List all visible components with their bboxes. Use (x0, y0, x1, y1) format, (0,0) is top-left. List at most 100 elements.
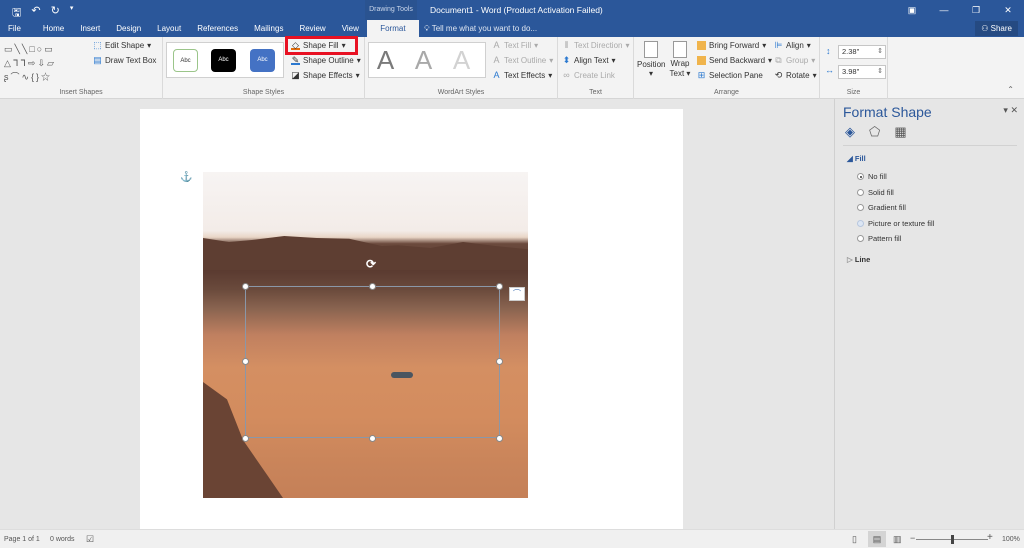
text-box-icon: ▤ (93, 55, 102, 65)
tab-file[interactable]: File (0, 20, 29, 37)
text-outline-button[interactable]: A Text Outline ▾ (492, 56, 553, 66)
group-wordart-styles: A A A A Text Fill ▾ A Text Outline ▾ A Text… (365, 37, 558, 99)
position-button[interactable]: Position ▾ (637, 41, 665, 78)
pane-options-icon[interactable]: ▾ (1003, 105, 1008, 115)
page-count[interactable]: Page 1 of 1 (4, 536, 40, 543)
ribbon: ▭╲╲□○▭ △ᒣᒣ⇨⇩▱ ʂ⌒∿{}☆ ⬚ Edit Shape ▾ ▤ Draw T… (0, 37, 1024, 99)
drawing-tools-label: Drawing Tools (365, 0, 417, 20)
style-preset[interactable]: Abc (173, 49, 198, 72)
close-icon[interactable]: ✕ (992, 0, 1024, 20)
align-text-button[interactable]: ⬍ Align Text ▾ (562, 55, 616, 66)
link-icon: ∞ (563, 70, 570, 80)
shape-effects-icon: ◪ (291, 70, 300, 80)
web-layout-icon[interactable]: ▥ (893, 534, 902, 545)
wordart-preset[interactable]: A (449, 45, 474, 75)
tab-review[interactable]: Review (291, 20, 333, 37)
wordart-preset[interactable]: A (411, 45, 436, 75)
tab-home[interactable]: Home (29, 20, 72, 37)
fill-option-picture-texture[interactable]: Picture or texture fill (857, 219, 934, 228)
resize-handle[interactable] (369, 283, 376, 290)
rotate-button[interactable]: ⟲ Rotate ▾ (774, 71, 817, 81)
collapse-ribbon-icon[interactable]: ⌃ (1007, 85, 1014, 94)
fill-option-gradient[interactable]: Gradient fill (857, 203, 906, 212)
print-layout-icon[interactable]: ▤ (868, 531, 886, 547)
resize-handle[interactable] (496, 283, 503, 290)
tab-design[interactable]: Design (108, 20, 149, 37)
tab-layout[interactable]: Layout (149, 20, 189, 37)
window-title: Document1 - Word (Product Activation Fai… (430, 5, 603, 15)
tab-format[interactable]: Format (366, 20, 419, 37)
fill-option-solid[interactable]: Solid fill (857, 188, 894, 197)
text-fill-icon: A (493, 40, 500, 50)
tab-mailings[interactable]: Mailings (246, 20, 291, 37)
read-mode-icon[interactable]: ▯ (852, 534, 857, 545)
zoom-in-button[interactable]: + (987, 532, 993, 543)
group-button[interactable]: ⧉ Group ▾ (774, 56, 815, 66)
line-section-header[interactable]: ▷ Line (847, 255, 870, 264)
layout-properties-icon[interactable]: ▦ (894, 124, 906, 140)
fill-option-no-fill[interactable]: No fill (857, 172, 887, 181)
zoom-out-button[interactable]: − (910, 533, 915, 543)
shape-styles-gallery[interactable]: Abc Abc Abc (166, 42, 284, 78)
tab-references[interactable]: References (189, 20, 246, 37)
restore-icon[interactable]: ❐ (960, 0, 992, 20)
send-backward-button[interactable]: Send Backward ▾ (697, 56, 772, 65)
draw-text-box-button[interactable]: ▤ Draw Text Box (93, 55, 156, 66)
resize-handle[interactable] (369, 435, 376, 442)
selected-shape[interactable] (245, 286, 500, 438)
tab-view[interactable]: View (334, 20, 367, 37)
bring-forward-button[interactable]: Bring Forward ▾ (697, 41, 766, 50)
fill-section-header[interactable]: ◢ Fill (847, 154, 866, 163)
wrap-text-icon (673, 41, 687, 58)
rotate-handle-icon[interactable]: ⟳ (366, 257, 376, 271)
text-effects-button[interactable]: A Text Effects ▾ (492, 71, 552, 81)
fill-line-icon[interactable]: ◈ (845, 124, 855, 140)
create-link-button[interactable]: ∞ Create Link (562, 70, 615, 81)
zoom-slider-thumb[interactable] (951, 535, 954, 544)
wordart-preset[interactable]: A (373, 45, 398, 75)
resize-handle[interactable] (496, 358, 503, 365)
share-button[interactable]: ⚇ Share (975, 21, 1018, 36)
group-label: Arrange (714, 89, 739, 96)
group-label: Text (589, 89, 602, 96)
pane-close-icon[interactable]: ✕ (1010, 105, 1018, 115)
wordart-gallery[interactable]: A A A (368, 42, 486, 78)
shape-effects-button[interactable]: ◪ Shape Effects ▾ (291, 70, 359, 81)
align-text-icon: ⬍ (562, 55, 571, 65)
pen-icon: ✎ (291, 55, 300, 65)
minimize-icon[interactable]: — (928, 0, 960, 20)
tell-me-search[interactable]: 💡︎ Tell me what you want to do... (424, 20, 537, 37)
edit-shape-icon: ⬚ (93, 40, 102, 50)
person-icon: ⚇ (981, 24, 989, 33)
resize-handle[interactable] (496, 435, 503, 442)
group-size: ↕ 2.38" ↔ 3.98" Size (820, 37, 888, 99)
wrap-text-button[interactable]: Wrap Text ▾ (668, 41, 692, 79)
fill-option-pattern[interactable]: Pattern fill (857, 234, 901, 243)
resize-handle[interactable] (242, 283, 249, 290)
style-preset[interactable]: Abc (250, 49, 275, 72)
group-arrange: Position ▾ Wrap Text ▾ Bring Forward ▾ Sen… (634, 37, 820, 99)
layout-options-icon[interactable]: ⌒ (509, 287, 525, 301)
pane-title: Format Shape (843, 104, 932, 120)
proofing-icon[interactable]: ☑ (86, 534, 94, 545)
tab-insert[interactable]: Insert (72, 20, 108, 37)
shape-height-input[interactable]: 2.38" (838, 45, 886, 59)
send-backward-icon (697, 56, 706, 65)
style-preset[interactable]: Abc (211, 49, 236, 72)
shape-width-input[interactable]: 3.98" (838, 65, 886, 79)
edit-shape-button[interactable]: ⬚ Edit Shape ▾ (93, 40, 151, 51)
resize-handle[interactable] (242, 358, 249, 365)
word-count[interactable]: 0 words (50, 536, 75, 543)
selection-pane-button[interactable]: ⊞ Selection Pane (697, 70, 763, 81)
text-fill-button[interactable]: A Text Fill ▾ (492, 40, 538, 51)
ribbon-display-options-icon[interactable]: ▣ (896, 0, 928, 20)
effects-icon[interactable]: ⬠ (869, 124, 880, 140)
shape-outline-button[interactable]: ✎ Shape Outline ▾ (291, 56, 361, 65)
text-direction-button[interactable]: ⫴ Text Direction ▾ (562, 41, 630, 51)
zoom-level[interactable]: 100% (1002, 536, 1020, 543)
selection-pane-icon: ⊞ (697, 70, 706, 80)
width-icon: ↔ (825, 65, 834, 75)
resize-handle[interactable] (242, 435, 249, 442)
shapes-gallery[interactable]: ▭╲╲□○▭ △ᒣᒣ⇨⇩▱ ʂ⌒∿{}☆ (4, 42, 82, 84)
align-button[interactable]: ⊫ Align ▾ (774, 41, 811, 51)
